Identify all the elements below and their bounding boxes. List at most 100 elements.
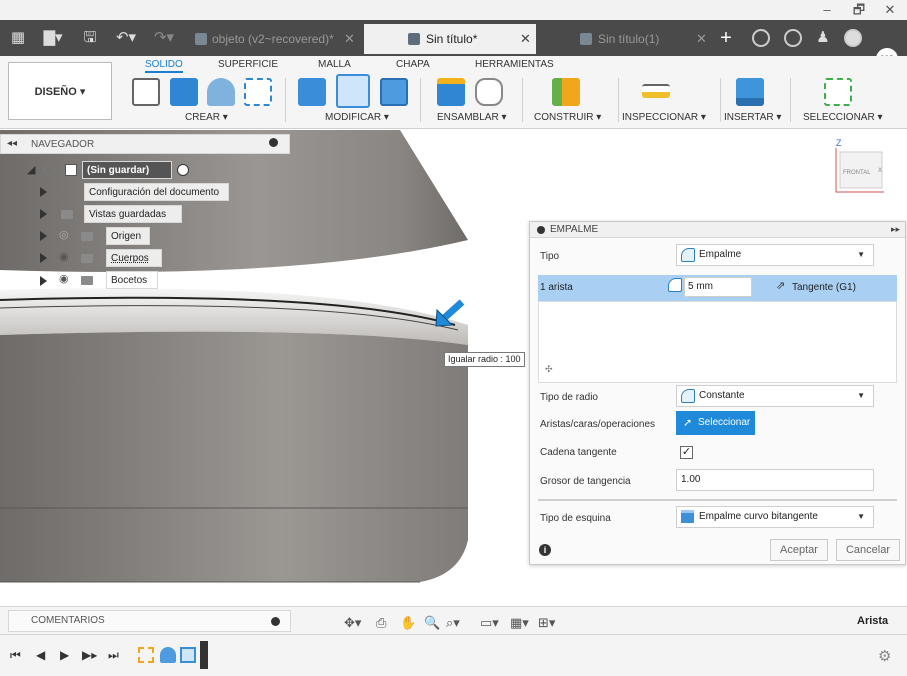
root-label[interactable]: (Sin guardar) [82, 161, 172, 179]
select-icon[interactable] [824, 78, 852, 106]
tab-close-icon[interactable]: ✕ [344, 24, 355, 54]
tab-superficie[interactable]: SUPERFICIE [218, 59, 278, 70]
insert-menu[interactable]: INSERTAR ▾ [724, 112, 781, 123]
insert-image-icon[interactable] [736, 78, 764, 106]
measure-icon[interactable] [642, 84, 670, 98]
pattern-icon[interactable] [244, 78, 272, 106]
grid-menu-icon[interactable]: ▦ [8, 28, 28, 48]
pin-icon[interactable] [269, 138, 278, 147]
pan-icon[interactable]: ✋ [400, 615, 416, 631]
new-component-icon[interactable] [437, 78, 465, 106]
look-at-icon[interactable]: ⎙ [376, 615, 386, 631]
joint-icon[interactable] [475, 78, 503, 106]
view-cube[interactable]: Z FRONTAL X [835, 138, 884, 193]
undo-icon[interactable]: ↶▾ [112, 28, 140, 48]
root-expand-icon[interactable]: ◢ [27, 163, 35, 176]
tab-herramientas[interactable]: HERRAMIENTAS [475, 59, 554, 70]
go-start-icon[interactable]: ⏮ [10, 648, 21, 663]
timeline-sketch-feature[interactable] [138, 647, 154, 663]
new-tab-icon[interactable]: + [716, 28, 736, 48]
help-icon[interactable] [844, 29, 862, 47]
type-dropdown[interactable]: Empalme ▼ [676, 244, 874, 266]
display-settings-icon[interactable]: ▭▾ [480, 615, 499, 631]
item-label[interactable]: Origen [106, 227, 150, 245]
expand-icon[interactable] [40, 253, 47, 263]
press-pull-icon[interactable] [298, 78, 326, 106]
activate-radio-icon[interactable] [177, 164, 189, 176]
comments-panel[interactable]: COMENTARIOS [8, 610, 291, 632]
expand-icon[interactable] [40, 209, 47, 219]
item-label[interactable]: Configuración del documento [84, 183, 229, 201]
select-targets-button[interactable]: ➚ Seleccionar [676, 411, 755, 435]
create-sketch-icon[interactable] [132, 78, 160, 106]
job-status-icon[interactable] [784, 29, 802, 47]
pin-icon[interactable] [271, 617, 280, 626]
hidden-eye-icon[interactable]: ◎ [59, 228, 69, 241]
expand-icon[interactable] [40, 231, 47, 241]
tab-objeto[interactable]: objeto (v2~recovered)* ✕ [188, 24, 360, 54]
zoom-window-icon[interactable]: ⌕▾ [446, 615, 460, 631]
go-end-icon[interactable]: ⏭ [108, 648, 119, 663]
tab-close-icon[interactable]: ✕ [520, 24, 531, 54]
eye-icon[interactable]: ◉ [59, 272, 69, 285]
redo-icon[interactable]: ↷▾ [150, 28, 178, 48]
dialog-pin-icon[interactable] [537, 226, 545, 234]
expand-icon[interactable] [40, 187, 47, 197]
maximize-button[interactable]: 🗗 [847, 2, 871, 18]
radius-field[interactable]: 5 mm [684, 277, 752, 297]
visibility-icon[interactable] [43, 164, 55, 176]
selection-row[interactable]: 1 arista 5 mm ⇗ Tangente (G1) [538, 275, 897, 301]
expand-dialog-icon[interactable]: ▸▸ [891, 224, 900, 235]
collapse-icon[interactable]: ◂◂ [7, 138, 17, 149]
ok-button[interactable]: Aceptar [770, 539, 828, 561]
offset-plane-icon[interactable] [552, 78, 580, 106]
tab-close-icon[interactable]: ✕ [696, 24, 707, 54]
fillet-icon[interactable] [336, 74, 370, 108]
orbit-icon[interactable]: ✥▾ [344, 615, 361, 631]
item-label[interactable]: Bocetos [106, 271, 158, 289]
tab-sin-titulo[interactable]: Sin título* ✕ [364, 24, 536, 54]
radius-type-dropdown[interactable]: Constante ▼ [676, 385, 874, 407]
corner-dropdown[interactable]: Empalme curvo bitangente ▼ [676, 506, 874, 528]
cancel-button[interactable]: Cancelar [836, 539, 900, 561]
selection-list[interactable]: ✣ [538, 301, 897, 383]
assemble-menu[interactable]: ENSAMBLAR ▾ [437, 112, 506, 123]
item-label[interactable]: Vistas guardadas [84, 205, 182, 223]
tab-malla[interactable]: MALLA [318, 59, 351, 70]
weight-input[interactable]: 1.00 [676, 469, 874, 491]
grid-settings-icon[interactable]: ▦▾ [510, 615, 529, 631]
expand-icon[interactable] [40, 276, 47, 286]
inspect-menu[interactable]: INSPECCIONAR ▾ [622, 112, 706, 123]
tangent-chain-checkbox[interactable]: ✓ [680, 446, 693, 459]
timeline-fillet-feature[interactable] [180, 647, 196, 663]
tab-solido[interactable]: SOLIDO [145, 59, 183, 73]
revolve-icon[interactable] [207, 78, 235, 106]
step-forward-icon[interactable]: ▶▸ [82, 648, 97, 662]
tab-chapa[interactable]: CHAPA [396, 59, 430, 70]
extensions-icon[interactable] [752, 29, 770, 47]
add-selection-icon[interactable]: ✣ [545, 364, 553, 375]
modify-menu[interactable]: MODIFICAR ▾ [325, 112, 389, 123]
zoom-icon[interactable]: 🔍 [424, 615, 440, 631]
step-back-icon[interactable]: ◀ [36, 648, 45, 662]
shell-icon[interactable] [380, 78, 408, 106]
notifications-icon[interactable]: ♟ [814, 28, 832, 48]
construct-menu[interactable]: CONSTRUIR ▾ [534, 112, 601, 123]
minimize-button[interactable]: – [815, 2, 839, 18]
timeline-marker[interactable] [200, 641, 208, 669]
select-menu[interactable]: SELECCIONAR ▾ [803, 112, 882, 123]
continuity-value[interactable]: Tangente (G1) [792, 282, 856, 293]
item-label[interactable]: Cuerpos [106, 249, 162, 267]
eye-icon[interactable]: ◉ [59, 250, 69, 263]
create-menu[interactable]: CREAR ▾ [185, 112, 228, 123]
timeline-revolve-feature[interactable] [160, 647, 176, 663]
save-icon[interactable]: 🖫 [80, 28, 100, 48]
gear-icon[interactable]: ⚙ [878, 647, 891, 665]
close-window-button[interactable]: ✕ [878, 2, 902, 18]
play-icon[interactable]: ▶ [60, 648, 69, 662]
info-icon[interactable]: i [539, 544, 551, 556]
extrude-icon[interactable] [170, 78, 198, 106]
viewports-icon[interactable]: ⊞▾ [538, 615, 555, 631]
tab-sin-titulo-1[interactable]: Sin título(1) ✕ [540, 24, 712, 54]
workspace-switcher[interactable]: DISEÑO ▾ [8, 62, 112, 120]
